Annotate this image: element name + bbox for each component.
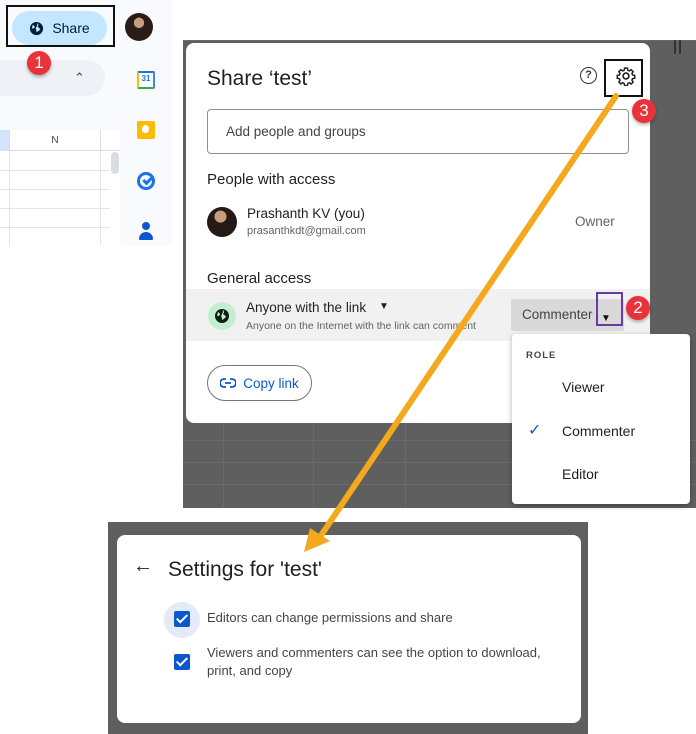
step-badge-1: 1 bbox=[27, 51, 51, 75]
grid-row-line bbox=[0, 189, 110, 190]
chevron-up-icon[interactable]: ⌃ bbox=[74, 70, 85, 86]
person-role: Owner bbox=[575, 214, 615, 229]
settings-panel: ← Settings for 'test' Editors can change… bbox=[117, 535, 581, 723]
bg-grid-line bbox=[405, 424, 406, 508]
sheet-grid: N bbox=[0, 130, 120, 245]
grid-row-line bbox=[0, 170, 110, 171]
grid-row-line bbox=[0, 227, 110, 228]
general-access-select[interactable]: Anyone with the link bbox=[246, 300, 366, 315]
keep-icon[interactable] bbox=[137, 121, 155, 139]
general-access-description: Anyone on the Internet with the link can… bbox=[246, 320, 476, 332]
role-option-commenter[interactable]: ✓ Commenter bbox=[512, 411, 690, 451]
back-arrow-icon[interactable]: ← bbox=[133, 555, 153, 578]
role-option-label: Commenter bbox=[562, 423, 636, 439]
settings-title: Settings for 'test' bbox=[168, 558, 322, 581]
role-menu-label: ROLE bbox=[526, 350, 557, 361]
dialog-title: Share ‘test’ bbox=[207, 67, 313, 90]
toolbar-pill bbox=[0, 60, 105, 96]
freeze-handle bbox=[679, 40, 681, 54]
grid-row-line bbox=[0, 208, 110, 209]
role-option-label: Editor bbox=[562, 466, 599, 482]
link-icon bbox=[220, 378, 237, 388]
vertical-scrollbar[interactable] bbox=[111, 152, 119, 174]
checkmark-icon: ✓ bbox=[528, 422, 542, 439]
selected-column-header[interactable] bbox=[0, 130, 9, 151]
checkbox-label: Editors can change permissions and share bbox=[207, 610, 453, 625]
person-name: Prashanth KV (you) bbox=[247, 206, 365, 221]
checkbox-viewers-download[interactable] bbox=[174, 654, 190, 670]
globe-icon bbox=[215, 309, 229, 323]
calendar-icon[interactable]: 31 bbox=[137, 71, 155, 89]
bg-grid-line bbox=[223, 424, 224, 508]
gear-highlight-box bbox=[604, 59, 643, 97]
contacts-icon[interactable] bbox=[137, 222, 155, 240]
globe-badge bbox=[208, 302, 236, 330]
column-header-row: N bbox=[0, 130, 120, 151]
grid-col-line bbox=[100, 151, 101, 245]
role-caret-highlight-box bbox=[596, 292, 623, 326]
step-badge-2: 2 bbox=[626, 296, 650, 320]
grid-col-line bbox=[9, 151, 10, 245]
bg-grid-line bbox=[313, 424, 314, 508]
account-avatar[interactable] bbox=[125, 13, 153, 41]
role-menu: ROLE Viewer ✓ Commenter Editor bbox=[512, 334, 690, 504]
checkbox-editors-change-permissions[interactable] bbox=[174, 611, 190, 627]
role-option-viewer[interactable]: Viewer bbox=[512, 367, 690, 407]
column-header-n[interactable]: N bbox=[9, 130, 101, 151]
people-with-access-heading: People with access bbox=[207, 171, 336, 188]
general-access-heading: General access bbox=[207, 270, 312, 287]
tasks-icon[interactable] bbox=[137, 172, 155, 190]
caret-down-icon[interactable]: ▼ bbox=[379, 301, 389, 312]
step-badge-3: 3 bbox=[632, 99, 656, 123]
share-highlight-box bbox=[6, 5, 115, 47]
role-option-label: Viewer bbox=[562, 379, 605, 395]
help-icon[interactable]: ? bbox=[580, 67, 597, 84]
person-email: prasanthkdt@gmail.com bbox=[247, 225, 366, 237]
copy-link-label: Copy link bbox=[243, 375, 299, 391]
checkbox-label: Viewers and commenters can see the optio… bbox=[207, 645, 541, 678]
bg-grid-line bbox=[183, 40, 696, 41]
freeze-handle bbox=[674, 40, 676, 54]
role-option-editor[interactable]: Editor bbox=[512, 454, 690, 494]
person-avatar bbox=[207, 207, 237, 237]
copy-link-button[interactable]: Copy link bbox=[207, 365, 312, 401]
add-people-input[interactable]: Add people and groups bbox=[207, 109, 629, 154]
